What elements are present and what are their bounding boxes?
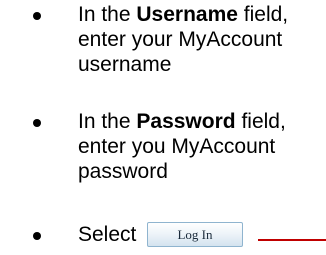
bullet-icon [31,117,43,129]
instruction-prefix: In the [78,3,137,26]
instruction-text-username: In the Username field, enter your MyAcco… [78,2,324,77]
instruction-line-3: password [78,160,168,183]
instruction-list: In the Username field, enter your MyAcco… [0,0,326,255]
instruction-line-2: enter your MyAccount [78,28,283,51]
instruction-prefix: In the [78,110,137,133]
field-name-username: Username [136,3,238,26]
instruction-suffix: field, [237,3,289,26]
field-name-password: Password [136,110,236,133]
bullet-icon [31,10,43,22]
pointer-line [258,239,326,241]
log-in-button[interactable]: Log In [147,222,243,247]
instruction-line-3: username [78,53,172,76]
instruction-text-select: Select [78,222,136,247]
instruction-text-password: In the Password field, enter you MyAccou… [78,109,324,184]
instruction-line-2: enter you MyAccount [78,135,276,158]
select-label: Select [78,223,137,246]
instruction-suffix: field, [235,110,286,133]
bullet-icon [31,230,43,242]
